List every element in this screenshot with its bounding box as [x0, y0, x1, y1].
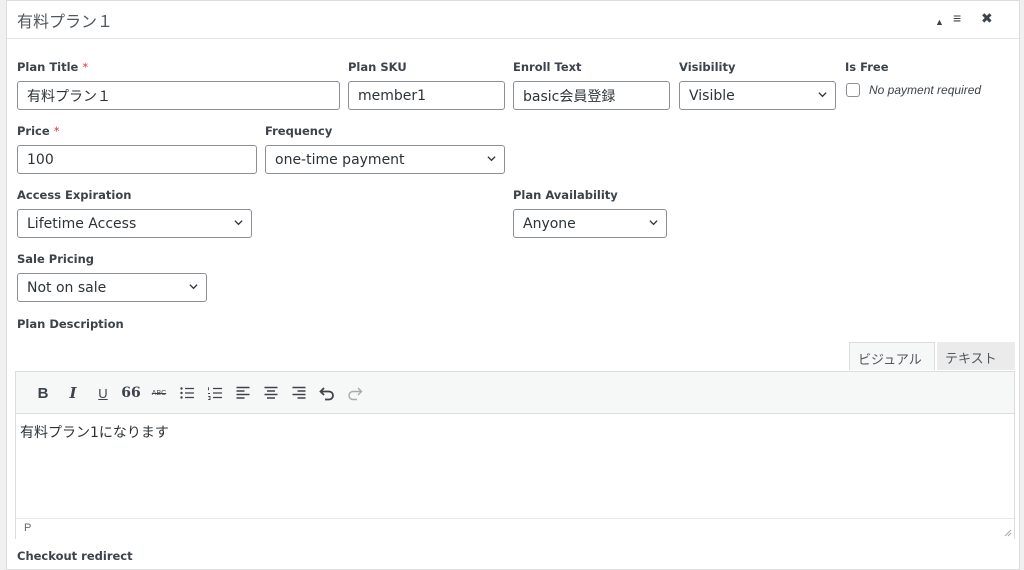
sale-pricing-select[interactable]: Not on sale — [17, 273, 207, 302]
close-icon[interactable]: ✖ — [981, 9, 993, 27]
enroll-text-label: Enroll Text — [513, 60, 582, 74]
visibility-label: Visibility — [679, 60, 736, 74]
plan-panel: 有料プラン１ ▲ ≡ ✖ Plan Title * 有料プラン１ Plan SK… — [6, 0, 1020, 570]
is-free-checkbox[interactable] — [846, 83, 860, 97]
sale-pricing-label: Sale Pricing — [17, 252, 95, 266]
access-expiration-select[interactable]: Lifetime Access — [17, 209, 252, 238]
price-input[interactable]: 100 — [17, 145, 257, 174]
numbered-list-icon[interactable] — [204, 383, 226, 403]
editor-statusbar: P — [16, 518, 1014, 539]
frequency-value: one-time payment — [275, 151, 405, 168]
required-mark: * — [82, 60, 89, 74]
tab-text[interactable]: テキスト — [937, 342, 1015, 370]
editor-content-text[interactable]: 有料プラン1になります — [20, 422, 169, 442]
chevron-down-icon — [649, 220, 658, 226]
checkout-redirect-label: Checkout redirect — [17, 549, 133, 563]
plan-title-label-text: Plan Title — [17, 60, 79, 74]
element-path[interactable]: P — [24, 522, 31, 534]
align-center-icon[interactable] — [260, 383, 282, 403]
access-expiration-value: Lifetime Access — [27, 215, 137, 232]
strikethrough-icon[interactable]: ABC — [148, 383, 170, 403]
tab-visual[interactable]: ビジュアル — [849, 342, 935, 370]
panel-header: 有料プラン１ ▲ ≡ ✖ — [7, 1, 1019, 39]
editor-toolbar: B I U 66 ABC — [16, 372, 1014, 414]
blockquote-icon[interactable]: 66 — [120, 383, 142, 403]
plan-availability-select[interactable]: Anyone — [513, 209, 667, 238]
plan-title-input[interactable]: 有料プラン１ — [17, 81, 340, 110]
redo-icon[interactable] — [344, 383, 366, 403]
plan-sku-label: Plan SKU — [348, 60, 407, 74]
panel-title: 有料プラン１ — [17, 12, 114, 31]
plan-availability-value: Anyone — [523, 215, 576, 232]
align-right-icon[interactable] — [288, 383, 310, 403]
underline-icon[interactable]: U — [92, 383, 114, 403]
is-free-checkbox-label: No payment required — [869, 83, 982, 97]
plan-title-label: Plan Title * — [17, 60, 88, 74]
collapse-arrow-icon[interactable]: ▲ — [935, 13, 944, 31]
is-free-label: Is Free — [845, 60, 889, 74]
frequency-label: Frequency — [265, 124, 333, 138]
italic-icon[interactable]: I — [62, 383, 84, 403]
bold-icon[interactable]: B — [32, 383, 54, 403]
required-mark: * — [53, 124, 60, 138]
price-label-text: Price — [17, 124, 50, 138]
chevron-down-icon — [818, 92, 827, 98]
bullet-list-icon[interactable] — [176, 383, 198, 403]
chevron-down-icon — [234, 220, 243, 226]
editor-content-area[interactable]: 有料プラン1になります — [16, 414, 1014, 518]
drag-menu-icon[interactable]: ≡ — [953, 9, 961, 27]
access-expiration-label: Access Expiration — [17, 188, 132, 202]
rich-text-editor: B I U 66 ABC 有料プラン1になります P — [15, 371, 1015, 539]
plan-sku-input[interactable]: member1 — [348, 81, 505, 110]
plan-availability-label: Plan Availability — [513, 188, 618, 202]
frequency-select[interactable]: one-time payment — [265, 145, 505, 174]
visibility-value: Visible — [689, 87, 735, 104]
price-label: Price * — [17, 124, 59, 138]
enroll-text-input[interactable]: basic会員登録 — [513, 81, 670, 110]
plan-description-label: Plan Description — [17, 317, 124, 331]
undo-icon[interactable] — [316, 383, 338, 403]
sale-pricing-value: Not on sale — [27, 279, 107, 296]
align-left-icon[interactable] — [232, 383, 254, 403]
chevron-down-icon — [189, 284, 198, 290]
chevron-down-icon — [487, 156, 496, 162]
visibility-select[interactable]: Visible — [679, 81, 836, 110]
resize-handle-icon[interactable] — [1004, 529, 1012, 537]
